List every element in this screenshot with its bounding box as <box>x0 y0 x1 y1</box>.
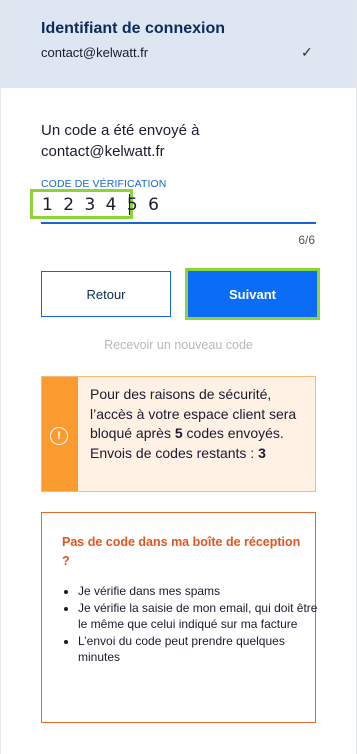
warning-side-bar: ! <box>42 377 78 491</box>
identity-header: Identifiant de connexion contact@kelwatt… <box>1 0 356 88</box>
text-caret <box>129 194 130 215</box>
verification-code-input[interactable]: 1 2 3 4 5 6 <box>42 195 161 215</box>
list-item: Je vérifie la saisie de mon email, qui d… <box>78 600 318 633</box>
check-icon: ✓ <box>301 44 313 60</box>
list-item: Je vérifie dans mes spams <box>78 583 318 600</box>
character-counter: 6/6 <box>298 233 315 247</box>
help-title: Pas de code dans ma boîte de réception ? <box>62 535 301 568</box>
next-button[interactable]: Suivant <box>188 271 317 317</box>
max-codes-count: 5 <box>174 425 183 441</box>
security-warning: ! Pour des raisons de sécurité, l’accès … <box>41 376 316 492</box>
code-sent-message: Un code a été envoyé à contact@kelwatt.f… <box>41 122 200 160</box>
login-page: Identifiant de connexion contact@kelwatt… <box>0 0 357 754</box>
resend-code-link[interactable]: Recevoir un nouveau code <box>1 338 356 352</box>
info-circle-icon: ! <box>50 427 68 445</box>
identity-title: Identifiant de connexion <box>41 20 226 37</box>
back-button[interactable]: Retour <box>41 271 171 317</box>
remaining-codes-label: Envois de codes restants : <box>90 444 259 461</box>
verification-code-underline <box>41 222 316 224</box>
help-box: Pas de code dans ma boîte de réception ?… <box>41 512 318 723</box>
identity-email: contact@kelwatt.fr <box>41 45 149 60</box>
remaining-codes-count: 3 <box>258 444 266 461</box>
list-item: L’envoi du code peut prendre quelques mi… <box>78 633 318 666</box>
warning-line1-end: codes envoyés. <box>182 425 284 441</box>
help-list: Je vérifie dans mes spams Je vérifie la … <box>62 583 318 666</box>
warning-text: Pour des raisons de sécurité, l’accès à … <box>90 385 312 463</box>
